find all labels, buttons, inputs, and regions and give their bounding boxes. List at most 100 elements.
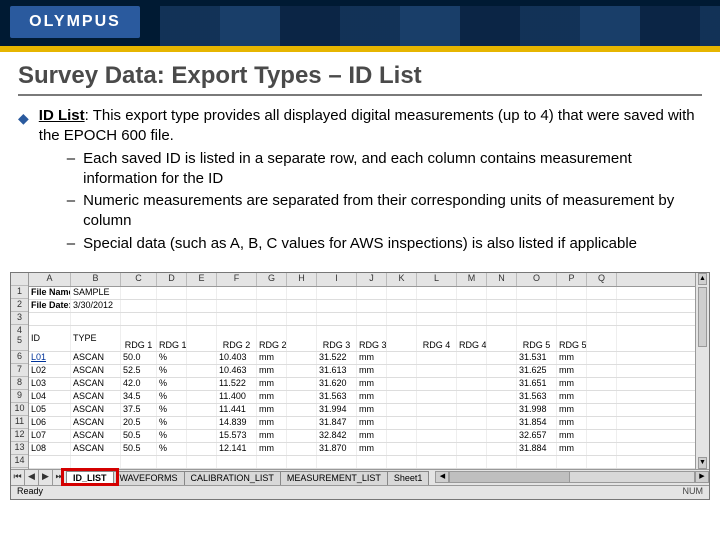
tab-calibration-list[interactable]: CALIBRATION_LIST bbox=[184, 471, 281, 485]
cell[interactable]: ASCAN bbox=[71, 430, 121, 442]
row-header[interactable]: 13 bbox=[11, 442, 28, 455]
cell[interactable] bbox=[187, 391, 217, 403]
scroll-up-icon[interactable]: ▲ bbox=[698, 273, 707, 285]
col-header[interactable]: J bbox=[357, 273, 387, 286]
cell[interactable] bbox=[487, 352, 517, 364]
cell[interactable]: 31.613 bbox=[317, 365, 357, 377]
cell[interactable] bbox=[557, 456, 587, 468]
cell[interactable] bbox=[417, 404, 457, 416]
cell[interactable]: 31.870 bbox=[317, 443, 357, 455]
cell[interactable]: 31.884 bbox=[517, 443, 557, 455]
cell[interactable]: 20.5 bbox=[121, 417, 157, 429]
cell[interactable] bbox=[587, 391, 617, 403]
cell[interactable]: SAMPLE bbox=[71, 287, 121, 299]
tab-measurement-list[interactable]: MEASUREMENT_LIST bbox=[280, 471, 388, 485]
cell[interactable]: mm bbox=[557, 417, 587, 429]
cell[interactable]: mm bbox=[257, 391, 287, 403]
cell[interactable] bbox=[387, 417, 417, 429]
row-header[interactable]: 7 bbox=[11, 364, 28, 377]
cell[interactable] bbox=[187, 404, 217, 416]
cell[interactable] bbox=[457, 391, 487, 403]
cell[interactable] bbox=[121, 456, 157, 468]
cell[interactable] bbox=[417, 417, 457, 429]
cell[interactable] bbox=[457, 404, 487, 416]
cell[interactable]: mm bbox=[557, 378, 587, 390]
cell[interactable] bbox=[457, 365, 487, 377]
cell[interactable] bbox=[457, 378, 487, 390]
cell[interactable]: mm bbox=[357, 378, 387, 390]
vertical-scrollbar[interactable]: ▲ ▼ bbox=[695, 273, 709, 469]
cell[interactable] bbox=[587, 430, 617, 442]
cell[interactable]: 31.522 bbox=[317, 352, 357, 364]
cell[interactable] bbox=[417, 430, 457, 442]
cell[interactable] bbox=[457, 352, 487, 364]
cell[interactable]: ASCAN bbox=[71, 365, 121, 377]
cell[interactable] bbox=[157, 456, 187, 468]
cell[interactable] bbox=[487, 404, 517, 416]
cell[interactable] bbox=[287, 378, 317, 390]
cell[interactable]: mm bbox=[557, 352, 587, 364]
cell[interactable]: mm bbox=[357, 430, 387, 442]
col-header[interactable]: I bbox=[317, 273, 357, 286]
cell[interactable]: 42.0 bbox=[121, 378, 157, 390]
cell[interactable] bbox=[487, 378, 517, 390]
cell[interactable]: mm bbox=[257, 352, 287, 364]
cell[interactable]: mm bbox=[257, 404, 287, 416]
cell[interactable] bbox=[287, 404, 317, 416]
cell[interactable] bbox=[457, 456, 487, 468]
cell[interactable]: L04 bbox=[29, 391, 71, 403]
cell[interactable] bbox=[387, 430, 417, 442]
cell[interactable]: 31.563 bbox=[317, 391, 357, 403]
cell[interactable]: 31.651 bbox=[517, 378, 557, 390]
cell[interactable]: mm bbox=[257, 430, 287, 442]
tab-nav-first-icon[interactable]: ⏮ bbox=[11, 470, 25, 485]
cell[interactable] bbox=[487, 365, 517, 377]
cell[interactable] bbox=[287, 365, 317, 377]
cell[interactable]: 50.0 bbox=[121, 352, 157, 364]
col-header[interactable]: N bbox=[487, 273, 517, 286]
cell[interactable]: mm bbox=[257, 443, 287, 455]
cell[interactable] bbox=[487, 456, 517, 468]
cell[interactable] bbox=[187, 443, 217, 455]
row-header[interactable]: 45 bbox=[11, 325, 28, 351]
cell[interactable]: 10.463 bbox=[217, 365, 257, 377]
tab-nav-next-icon[interactable]: ▶ bbox=[39, 470, 53, 485]
cell[interactable] bbox=[587, 352, 617, 364]
cell[interactable] bbox=[387, 365, 417, 377]
cell[interactable]: 34.5 bbox=[121, 391, 157, 403]
cell[interactable] bbox=[587, 456, 617, 468]
cell[interactable]: L06 bbox=[29, 417, 71, 429]
col-header[interactable]: D bbox=[157, 273, 187, 286]
cell[interactable] bbox=[417, 456, 457, 468]
col-header[interactable]: H bbox=[287, 273, 317, 286]
cell[interactable]: % bbox=[157, 378, 187, 390]
col-header[interactable]: P bbox=[557, 273, 587, 286]
cell[interactable]: 32.842 bbox=[317, 430, 357, 442]
cell[interactable]: 31.531 bbox=[517, 352, 557, 364]
scroll-right-icon[interactable]: ▶ bbox=[695, 471, 709, 483]
cell[interactable] bbox=[457, 417, 487, 429]
col-header[interactable]: G bbox=[257, 273, 287, 286]
col-header[interactable]: E bbox=[187, 273, 217, 286]
cell[interactable] bbox=[587, 404, 617, 416]
cell[interactable] bbox=[587, 417, 617, 429]
cell[interactable]: % bbox=[157, 430, 187, 442]
cell[interactable] bbox=[187, 378, 217, 390]
cell[interactable]: File Name: bbox=[29, 287, 71, 299]
cell[interactable] bbox=[387, 404, 417, 416]
cell[interactable] bbox=[187, 417, 217, 429]
cell[interactable] bbox=[287, 456, 317, 468]
cell[interactable] bbox=[457, 430, 487, 442]
cell[interactable] bbox=[487, 430, 517, 442]
cell[interactable]: 10.403 bbox=[217, 352, 257, 364]
cell[interactable] bbox=[387, 352, 417, 364]
cell[interactable]: L02 bbox=[29, 365, 71, 377]
cell[interactable] bbox=[217, 456, 257, 468]
tab-waveforms[interactable]: WAVEFORMS bbox=[113, 471, 185, 485]
cell[interactable]: 31.847 bbox=[317, 417, 357, 429]
cell[interactable] bbox=[187, 430, 217, 442]
row-header[interactable]: 1 bbox=[11, 286, 28, 299]
cell[interactable]: mm bbox=[557, 404, 587, 416]
cell[interactable] bbox=[317, 456, 357, 468]
row-header[interactable]: 11 bbox=[11, 416, 28, 429]
